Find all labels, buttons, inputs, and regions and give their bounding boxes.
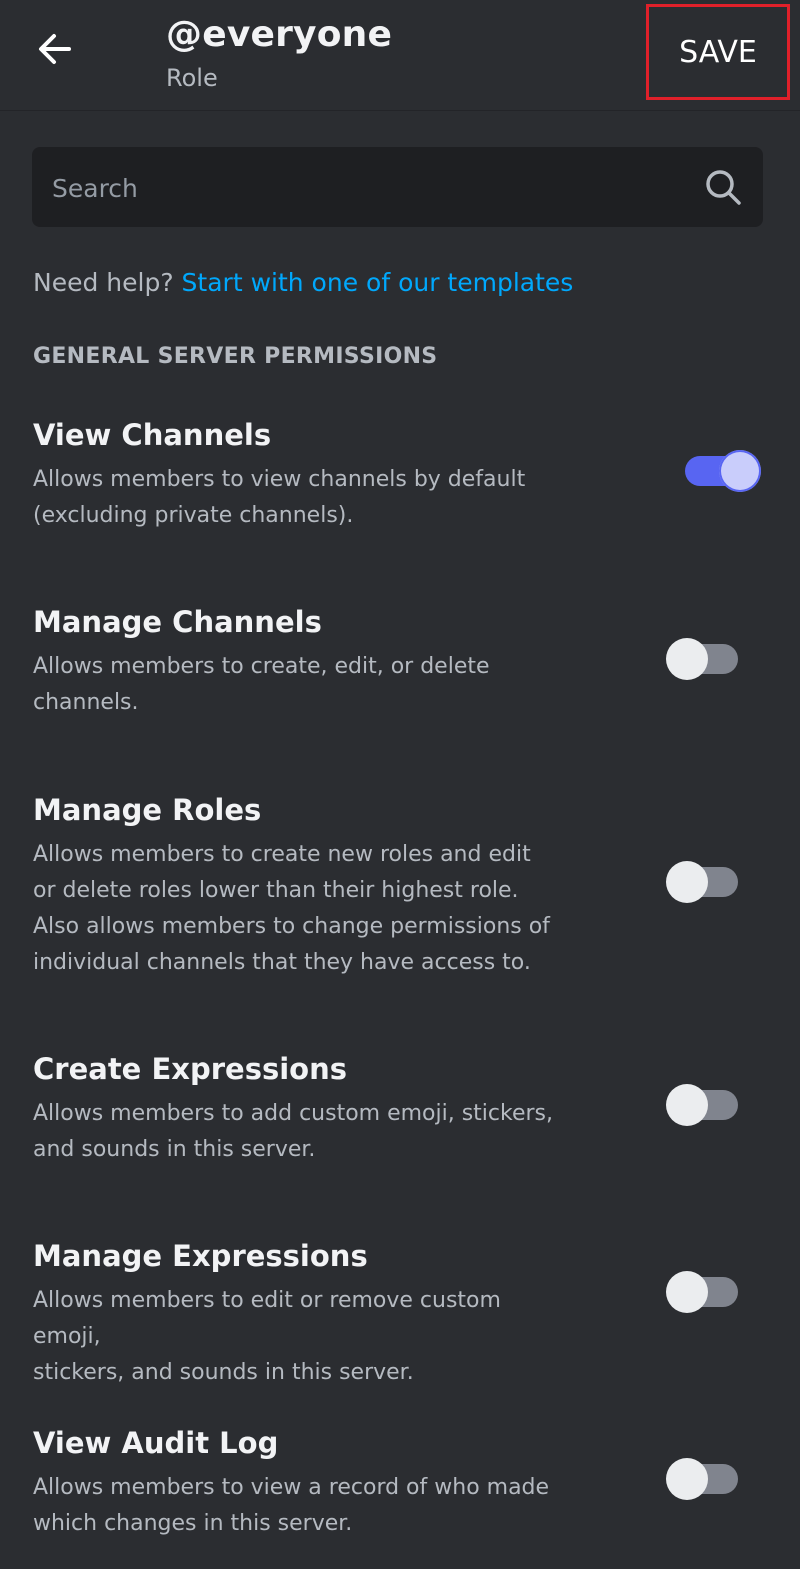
toggle-knob xyxy=(666,1084,708,1126)
search-icon[interactable] xyxy=(703,167,743,207)
toggle-knob xyxy=(666,638,708,680)
permission-description: Allows members to create new roles and e… xyxy=(33,842,550,975)
arrow-left-icon xyxy=(39,34,71,64)
permission-toggle[interactable] xyxy=(666,861,738,903)
toggle-knob xyxy=(719,450,761,492)
help-prefix: Need help? xyxy=(33,268,182,297)
permission-title: Create Expressions xyxy=(33,1052,347,1086)
permission-description: Allows members to edit or remove custom … xyxy=(33,1288,501,1385)
permission-toggle[interactable] xyxy=(666,1458,738,1500)
top-app-bar: @everyone Role SAVE xyxy=(0,0,800,111)
help-text: Need help? Start with one of our templat… xyxy=(33,268,573,297)
permission-title: Manage Channels xyxy=(33,605,322,639)
permission-description: Allows members to add custom emoji, stic… xyxy=(33,1101,553,1162)
permission-description: Allows members to view a record of who m… xyxy=(33,1475,550,1536)
permission-title: Manage Roles xyxy=(33,793,262,827)
section-header: GENERAL SERVER PERMISSIONS xyxy=(33,344,438,369)
toggle-knob xyxy=(666,1458,708,1500)
permission-title: Manage Expressions xyxy=(33,1239,368,1273)
permission-toggle[interactable] xyxy=(685,450,761,492)
permission-title: View Channels xyxy=(33,418,272,452)
permission-description: Allows members to view channels by defau… xyxy=(33,467,526,528)
save-button[interactable]: SAVE xyxy=(646,4,790,100)
toggle-knob xyxy=(666,861,708,903)
page-subtitle: Role xyxy=(166,64,218,92)
back-button[interactable] xyxy=(30,24,80,74)
permission-toggle[interactable] xyxy=(666,638,738,680)
permission-description: Allows members to create, edit, or delet… xyxy=(33,654,490,715)
toggle-knob xyxy=(666,1271,708,1313)
templates-link[interactable]: Start with one of our templates xyxy=(182,268,574,297)
search-bar xyxy=(32,147,763,229)
permission-toggle[interactable] xyxy=(666,1271,738,1313)
permission-title: View Audit Log xyxy=(33,1426,279,1460)
search-input[interactable] xyxy=(50,147,694,229)
permission-toggle[interactable] xyxy=(666,1084,738,1126)
page-title: @everyone xyxy=(166,14,393,55)
